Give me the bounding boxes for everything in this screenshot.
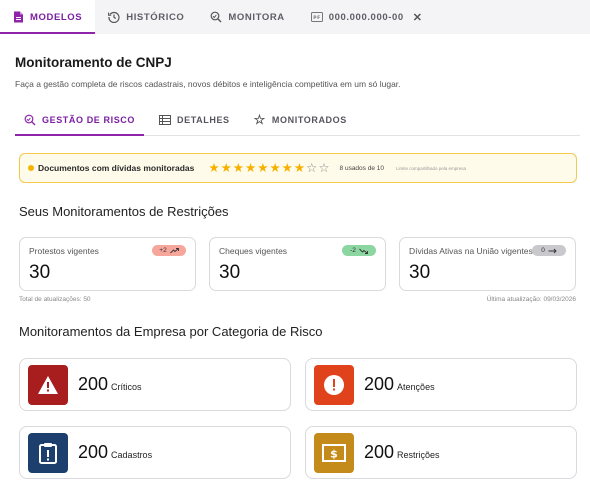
category-label: Cadastros <box>111 449 153 460</box>
tab-label: MODELOS <box>30 11 83 23</box>
svg-text:PF: PF <box>313 15 321 21</box>
banner-text: Documentos com dívidas monitoradas <box>38 163 195 173</box>
svg-text:$: $ <box>330 447 338 460</box>
star-filled-icon: ★ <box>245 161 257 175</box>
metric-card-dividas-uniao[interactable]: Dívidas Ativas na União vigentes 0 30 <box>399 237 576 291</box>
star-filled-icon: ★ <box>293 161 306 175</box>
category-value: 200 <box>78 374 109 394</box>
last-update: Última atualização: 09/03/2026 <box>486 296 576 303</box>
tab-label: DETALHES <box>177 114 230 125</box>
trend-up-icon <box>169 247 179 253</box>
page-title: Monitoramento de CNPJ <box>15 55 172 70</box>
tab-label: 000.000.000-00 <box>328 11 404 23</box>
category-card-criticos[interactable]: 200 Críticos <box>19 358 291 411</box>
history-icon <box>108 11 120 23</box>
category-label: Críticos <box>111 381 142 392</box>
usage-count: 8 usados de 10 <box>339 164 384 172</box>
restrictions-title: Seus Monitoramentos de Restrições <box>19 204 229 219</box>
tab-label: HISTÓRICO <box>126 11 185 23</box>
document-icon <box>13 11 24 23</box>
categories-title: Monitoramentos da Empresa por Categoria … <box>19 324 323 339</box>
tab-document-number[interactable]: PF 000.000.000-00 ✕ <box>298 0 436 34</box>
star-outline-icon: ☆ <box>253 111 266 127</box>
trend-down-icon <box>359 248 368 254</box>
metric-label: Dívidas Ativas na União vigentes <box>409 246 533 256</box>
star-filled-icon: ★ <box>281 161 293 175</box>
list-icon <box>159 114 172 125</box>
badge-value: -2 <box>350 247 356 254</box>
arrow-right-icon <box>548 248 557 253</box>
tab-monitora[interactable]: MONITORA <box>197 0 297 34</box>
category-label: Atenções <box>397 381 435 392</box>
alert-circle-icon <box>314 364 354 405</box>
tab-label: GESTÃO DE RISCO <box>42 114 136 125</box>
metric-label: Protestos vigentes <box>29 246 99 256</box>
metric-label: Cheques vigentes <box>219 246 288 256</box>
category-label: Restrições <box>397 449 440 460</box>
trend-badge: -2 <box>342 245 376 256</box>
star-filled-icon: ★ <box>257 161 269 175</box>
badge-value: +2 <box>159 247 167 254</box>
category-value: 200 <box>364 374 395 394</box>
star-empty-icon: ☆ <box>318 161 330 175</box>
category-card-restricoes[interactable]: $ 200 Restrições <box>305 426 577 479</box>
clipboard-alert-icon <box>28 432 68 473</box>
metric-value: 30 <box>409 262 431 283</box>
badge-value: 0 <box>541 247 545 254</box>
metric-card-protestos[interactable]: Protestos vigentes +2 30 <box>19 237 196 291</box>
category-value: 200 <box>78 442 109 462</box>
metric-card-cheques[interactable]: Cheques vigentes -2 30 <box>209 237 386 291</box>
tab-gestao-de-risco[interactable]: GESTÃO DE RISCO <box>15 104 145 136</box>
metric-value: 30 <box>219 262 241 283</box>
tab-detalhes[interactable]: DETALHES <box>150 104 239 135</box>
id-card-icon: PF <box>310 12 323 22</box>
metric-value: 30 <box>29 262 51 283</box>
monitor-search-icon <box>210 11 222 23</box>
tab-label: MONITORA <box>228 11 285 23</box>
star-filled-icon: ★ <box>220 161 232 175</box>
sub-tab-bar: GESTÃO DE RISCO DETALHES ☆ MONITORADOS <box>15 104 580 136</box>
page-subtitle: Faça a gestão completa de riscos cadastr… <box>15 79 401 89</box>
tab-historico[interactable]: HISTÓRICO <box>95 0 197 34</box>
status-dot <box>28 165 34 171</box>
category-value: 200 <box>364 442 395 462</box>
usage-stars: ★ ★ ★ ★ ★ ★ ★ ★ ☆ ☆ <box>208 161 330 175</box>
close-icon[interactable]: ✕ <box>413 11 423 24</box>
total-updates: Total de atualizações: 50 <box>19 296 91 303</box>
star-filled-icon: ★ <box>232 161 244 175</box>
category-card-atencoes[interactable]: 200 Atenções <box>305 358 577 411</box>
star-filled-icon: ★ <box>269 161 281 175</box>
category-card-cadastros[interactable]: 200 Cadastros <box>19 426 291 479</box>
star-filled-icon: ★ <box>208 161 220 175</box>
tab-label: MONITORADOS <box>271 114 347 125</box>
tab-monitorados[interactable]: ☆ MONITORADOS <box>245 104 356 135</box>
trend-badge: +2 <box>152 245 186 256</box>
money-icon: $ <box>314 432 354 473</box>
star-empty-icon: ☆ <box>306 161 318 175</box>
tab-modelos[interactable]: MODELOS <box>0 0 96 34</box>
monitor-search-icon <box>24 114 36 126</box>
warning-triangle-icon <box>28 364 68 405</box>
usage-limit-note: Limite compartilhado pela empresa <box>395 165 467 171</box>
usage-banner: Documentos com dívidas monitoradas ★ ★ ★ ★ ★… <box>19 153 577 183</box>
top-tab-bar: MODELOS HISTÓRICO MONITORA PF 000.000.00… <box>0 0 590 34</box>
trend-badge: 0 <box>532 245 566 256</box>
